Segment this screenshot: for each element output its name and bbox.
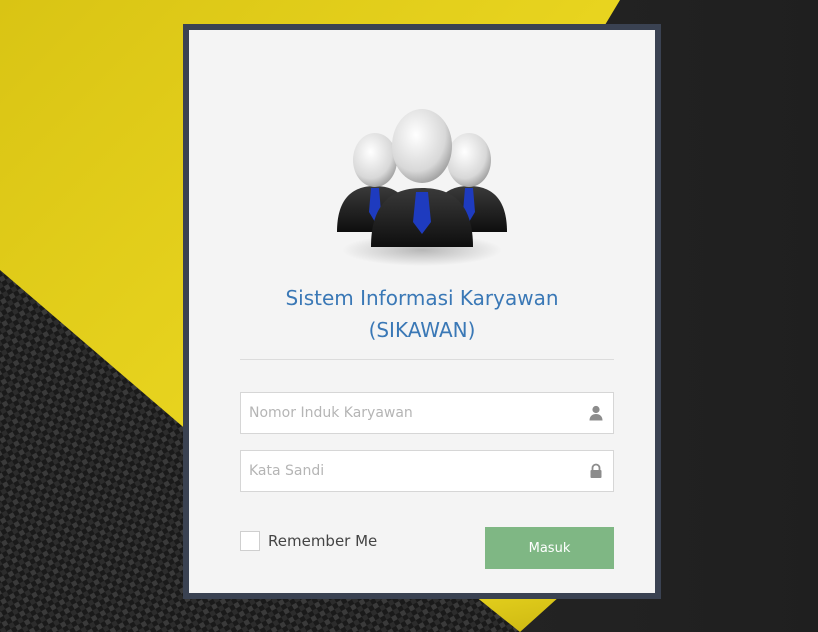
remember-me[interactable]: Remember Me — [240, 530, 377, 552]
title-line-1: Sistem Informasi Karyawan — [285, 286, 559, 310]
password-field-wrapper — [240, 450, 614, 492]
remember-label: Remember Me — [268, 532, 378, 550]
users-group-icon — [327, 82, 517, 272]
title-line-2: (SIKAWAN) — [368, 318, 476, 342]
nik-input[interactable] — [241, 393, 571, 433]
login-button[interactable]: Masuk — [485, 527, 614, 569]
page-title: Sistem Informasi Karyawan (SIKAWAN) — [189, 282, 655, 346]
remember-checkbox[interactable] — [240, 531, 260, 551]
password-input[interactable] — [241, 451, 571, 491]
login-card: Sistem Informasi Karyawan (SIKAWAN) Reme… — [183, 24, 661, 599]
user-icon — [589, 405, 603, 421]
title-divider — [240, 359, 614, 360]
nik-field-wrapper — [240, 392, 614, 434]
lock-icon — [590, 463, 602, 478]
